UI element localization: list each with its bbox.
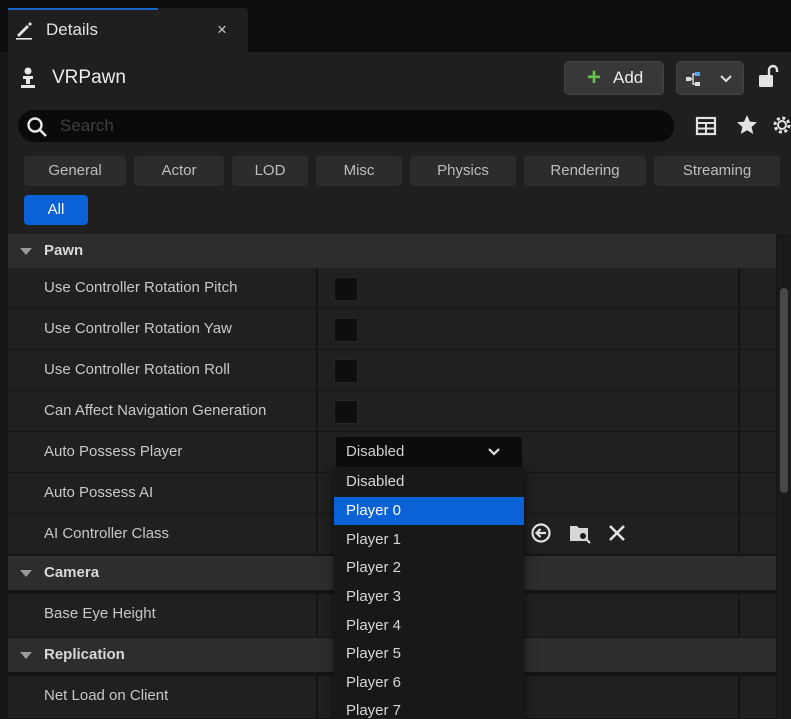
option-label: Player 5 [346,645,402,662]
lock-icon[interactable] [758,64,780,90]
option-player-3[interactable]: Player 3 [334,583,524,611]
combo-value: Disabled [346,443,405,460]
column-divider [738,350,740,390]
pitch-checkbox[interactable] [334,277,358,301]
chevron-down-icon [488,448,500,456]
option-player-7[interactable]: Player 7 [334,697,524,719]
option-label: Player 2 [346,559,402,576]
search-input[interactable] [60,112,660,140]
column-divider [738,432,740,472]
column-divider [316,350,318,390]
option-label: Player 3 [346,588,402,605]
expand-arrow-icon [20,570,32,577]
column-divider [738,514,740,554]
add-component-button[interactable]: + Add [564,61,664,95]
filter-all[interactable]: All [24,195,88,225]
option-disabled[interactable]: Disabled [334,468,524,496]
column-divider [316,268,318,308]
option-player-4[interactable]: Player 4 [334,612,524,640]
plus-icon: + [587,64,602,91]
navigation-checkbox[interactable] [334,400,358,424]
column-divider [738,268,740,308]
pawn-icon [21,67,35,88]
gear-icon[interactable] [770,113,791,137]
clear-icon[interactable] [606,522,628,544]
column-divider [316,676,318,719]
property-label: Auto Possess AI [44,484,154,501]
blueprint-options-button[interactable] [676,61,744,95]
column-divider [738,594,740,638]
scrollbar-thumb[interactable] [780,288,788,493]
property-row-pitch: Use Controller Rotation Pitch [8,268,776,309]
filter-actor[interactable]: Actor [134,156,224,186]
filter-misc[interactable]: Misc [316,156,402,186]
auto-possess-player-combo[interactable]: Disabled [336,437,522,467]
filter-lod[interactable]: LOD [232,156,308,186]
column-divider [316,309,318,349]
roll-checkbox[interactable] [334,359,358,383]
search-icon [27,117,47,137]
close-icon[interactable]: × [212,18,232,42]
chevron-down-icon [720,75,732,83]
option-player-5[interactable]: Player 5 [334,640,524,668]
filter-streaming[interactable]: Streaming [654,156,780,186]
column-divider [738,473,740,513]
blueprint-icon [686,72,700,86]
section-title: Pawn [44,242,84,259]
property-label: Use Controller Rotation Yaw [44,320,232,337]
property-label: Base Eye Height [44,605,156,622]
browse-icon[interactable] [568,521,592,545]
section-title: Replication [44,646,125,663]
expand-arrow-icon [20,248,32,255]
property-label: Net Load on Client [44,687,169,704]
yaw-checkbox[interactable] [334,318,358,342]
tab-title: Details [46,20,98,39]
property-label: Can Affect Navigation Generation [44,402,267,419]
filter-physics[interactable]: Physics [410,156,516,186]
column-divider [738,309,740,349]
property-row-roll: Use Controller Rotation Roll [8,350,776,391]
filter-rendering[interactable]: Rendering [524,156,646,186]
option-player-0[interactable]: Player 0 [334,497,524,525]
option-player-1[interactable]: Player 1 [334,526,524,554]
actor-name: VRPawn [52,67,126,88]
column-divider [316,391,318,431]
property-row-yaw: Use Controller Rotation Yaw [8,309,776,350]
filter-general[interactable]: General [24,156,126,186]
table-icon[interactable] [695,116,717,136]
section-pawn[interactable]: Pawn [8,234,776,268]
column-divider [316,432,318,472]
auto-possess-player-dropdown: Disabled Player 0 Player 1 Player 2 Play… [334,467,524,719]
column-divider [316,514,318,554]
option-player-2[interactable]: Player 2 [334,554,524,582]
section-title: Camera [44,564,100,581]
pencil-icon [16,22,32,40]
option-label: Player 4 [346,617,402,634]
property-label: Use Controller Rotation Pitch [44,279,238,296]
option-label: Player 0 [346,502,402,519]
tab-active-indicator [8,8,158,10]
property-label: AI Controller Class [44,525,170,542]
star-icon[interactable] [735,113,759,137]
expand-arrow-icon [20,652,32,659]
option-label: Player 7 [346,702,402,719]
option-label: Player 6 [346,674,402,691]
property-row-navigation: Can Affect Navigation Generation [8,391,776,432]
column-divider [738,391,740,431]
column-divider [316,473,318,513]
option-player-6[interactable]: Player 6 [334,669,524,697]
property-label: Use Controller Rotation Roll [44,361,230,378]
column-divider [738,676,740,719]
option-label: Player 1 [346,531,402,548]
column-divider [316,594,318,638]
add-button-label: Add [613,68,644,87]
property-label: Auto Possess Player [44,443,183,460]
option-label: Disabled [346,473,405,490]
use-selected-icon[interactable] [530,522,552,544]
